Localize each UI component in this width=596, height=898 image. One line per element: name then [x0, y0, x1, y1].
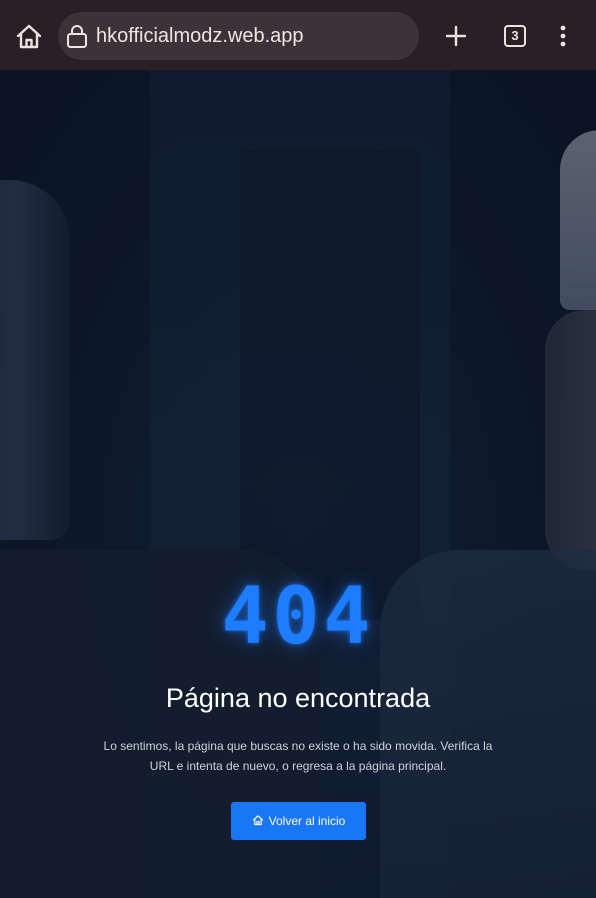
error-description: Lo sentimos, la página que buscas no exi… — [103, 739, 493, 773]
home-icon — [252, 815, 263, 826]
tab-switcher-button[interactable]: 3 — [504, 25, 526, 47]
browser-toolbar: hkofficialmodz.web.app 3 — [0, 0, 596, 70]
error-page: 404 Página no encontrada Lo sentimos, la… — [0, 70, 596, 898]
error-title: Página no encontrada — [165, 683, 431, 713]
plus-icon — [445, 25, 467, 47]
home-button[interactable] — [14, 22, 44, 52]
back-home-button[interactable]: Volver al inicio — [231, 802, 366, 840]
address-bar[interactable]: hkofficialmodz.web.app — [58, 12, 419, 60]
home-icon — [16, 24, 42, 49]
more-vert-icon — [560, 25, 566, 47]
new-tab-button[interactable] — [444, 24, 468, 48]
menu-button[interactable] — [552, 24, 574, 48]
back-home-label: Volver al inicio — [268, 814, 346, 828]
url-text[interactable]: hkofficialmodz.web.app — [96, 24, 304, 48]
lock-icon[interactable] — [66, 24, 88, 48]
error-code: 404 — [221, 572, 375, 662]
